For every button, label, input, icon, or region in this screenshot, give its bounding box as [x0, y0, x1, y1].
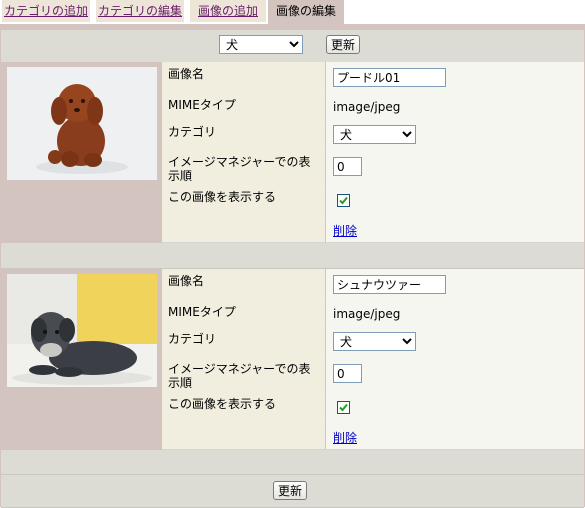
filter-update-button[interactable]: 更新: [326, 35, 361, 54]
display-image-label: この画像を表示する: [168, 190, 277, 204]
image-2-mime-value: image/jpeg: [333, 307, 401, 321]
image-1-display-checkbox[interactable]: [337, 194, 350, 207]
image-2-name-input[interactable]: [333, 275, 446, 294]
tab-edit-category[interactable]: カテゴリの編集: [96, 0, 184, 22]
edit-image-panel: 犬 更新 画像名 プードル01 MIMEタイプ image/jpeg カテゴリ …: [0, 24, 585, 508]
mime-type-label: MIMEタイプ: [168, 98, 236, 112]
image-2-category-select[interactable]: 犬: [333, 332, 416, 351]
image-1-name-row: 画像名: [162, 62, 584, 94]
tab-bar: カテゴリの追加 カテゴリの編集 画像の追加 画像の編集: [0, 0, 585, 24]
display-order-label: イメージマネジャーでの表示順: [168, 155, 311, 183]
checkmark-icon: [339, 196, 348, 205]
image-2-order-row: イメージマネジャーでの表示順: [162, 357, 584, 393]
image-2-display-checkbox[interactable]: [337, 401, 350, 414]
category-filter-select[interactable]: 犬: [219, 35, 303, 54]
display-image-label: この画像を表示する: [168, 397, 277, 411]
image-1-mime-value: image/jpeg: [333, 100, 401, 114]
image-1-name-input[interactable]: [333, 68, 446, 87]
image-1-order-row: イメージマネジャーでの表示順: [162, 150, 584, 186]
image-name-label: 画像名: [168, 67, 205, 81]
image-2-name-row: 画像名: [162, 269, 584, 301]
image-1-category-select[interactable]: 犬: [333, 125, 416, 144]
image-2-delete-link[interactable]: 削除: [333, 429, 357, 446]
image-2-mime-row: MIMEタイプ image/jpeg: [162, 300, 584, 328]
filter-bar: 犬 更新: [1, 30, 584, 63]
separator-bar: [1, 243, 584, 269]
image-2-display-row: この画像を表示する: [162, 392, 584, 424]
image-1-mime-row: MIMEタイプ image/jpeg: [162, 93, 584, 121]
image-2-delete-row: 削除: [162, 423, 584, 450]
footer-bar: 更新: [1, 475, 584, 508]
footer-update-button[interactable]: 更新: [273, 481, 308, 500]
image-name-label: 画像名: [168, 274, 205, 288]
image-2-order-input[interactable]: [333, 364, 362, 383]
image-1-delete-row: 削除: [162, 216, 584, 243]
category-label: カテゴリ: [168, 125, 217, 139]
mime-type-label: MIMEタイプ: [168, 305, 236, 319]
checkmark-icon: [339, 403, 348, 412]
image-1-order-input[interactable]: [333, 157, 362, 176]
spacer-bar: [1, 450, 584, 475]
tab-edit-image[interactable]: 画像の編集: [268, 0, 344, 24]
tab-add-image[interactable]: 画像の追加: [190, 0, 266, 22]
category-label: カテゴリ: [168, 332, 217, 346]
image-entry-2: 画像名 MIMEタイプ image/jpeg カテゴリ 犬 イメージマネジャーで…: [1, 269, 584, 450]
display-order-label: イメージマネジャーでの表示順: [168, 362, 311, 390]
schnauzer-image: [7, 274, 157, 387]
image-2-category-row: カテゴリ 犬: [162, 327, 584, 358]
poodle-image: [7, 67, 157, 180]
image-1-category-row: カテゴリ 犬: [162, 120, 584, 151]
image-1-delete-link[interactable]: 削除: [333, 222, 357, 239]
image-1-display-row: この画像を表示する: [162, 185, 584, 217]
image-entry-1: 画像名 MIMEタイプ image/jpeg カテゴリ 犬 イメージマネジャーで…: [1, 62, 584, 243]
tab-add-category[interactable]: カテゴリの追加: [2, 0, 90, 22]
